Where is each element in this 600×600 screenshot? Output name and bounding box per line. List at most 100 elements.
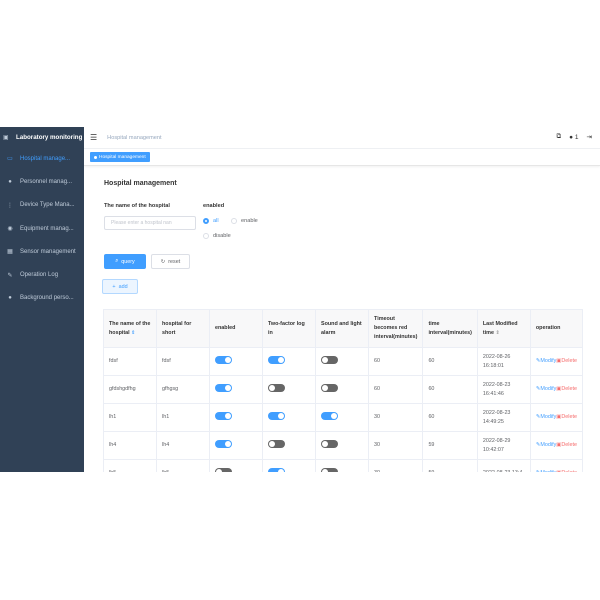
delete-label: Delete [561, 470, 577, 472]
modify-label: Modify [540, 470, 556, 472]
tag-dot-icon [94, 155, 97, 159]
cell-modified: 2022-08-29 10:42:07 [476, 431, 531, 460]
col-header-interval: time interval(minutes) [422, 309, 478, 348]
modify-button[interactable]: ✎Modify [536, 414, 556, 420]
twofactor-switch[interactable] [268, 467, 285, 472]
alarm-switch[interactable] [321, 355, 338, 364]
add-label: add [118, 283, 128, 290]
sidebar-item-4[interactable]: ▦ Sensor management [0, 240, 84, 263]
table-row: lh1 lh1 30 60 2022-08-23 14:49:25 ✎Modify▣Del… [103, 403, 583, 432]
twofactor-cell [262, 375, 316, 404]
delete-button[interactable]: ▣Delete [556, 358, 577, 364]
sidebar-title[interactable]: ▣ Laboratory monitoring [0, 127, 84, 147]
modify-button[interactable]: ✎Modify [536, 386, 556, 392]
cell-operation: ✎Modify▣Delete [529, 347, 583, 376]
radio-circle-icon [203, 218, 209, 224]
sidebar-item-3[interactable]: ◉ Equipment manag... [0, 217, 84, 240]
sort-icon[interactable]: ⇕ [131, 330, 135, 336]
cell-interval: 60 [422, 375, 478, 404]
sidebar-title-text: Laboratory monitoring [16, 133, 83, 141]
alarm-cell [315, 347, 369, 376]
cell-interval: 59 [422, 431, 478, 460]
modify-button[interactable]: ✎Modify [536, 358, 556, 364]
twofactor-switch[interactable] [268, 383, 285, 392]
cell-modified: 2022-08-26 16:18:01 [476, 347, 531, 376]
add-button[interactable]: + add [102, 279, 138, 294]
enabled-switch[interactable] [215, 383, 232, 392]
radio-disable[interactable]: disable [203, 233, 231, 239]
modify-button[interactable]: ✎Modify [536, 442, 556, 448]
user-count: 1 [574, 133, 579, 141]
delete-label: Delete [561, 442, 577, 448]
switch-knob [278, 356, 284, 363]
alarm-cell [315, 375, 369, 404]
logout-icon[interactable]: ⇥ [587, 133, 592, 141]
sidebar-item-label: Hospital manage... [20, 155, 71, 162]
page-title: Hospital management [104, 180, 177, 187]
cell-modified: 2022-08-23 14:49:25 [476, 403, 531, 432]
sidebar-item-label: Device Type Mana... [20, 202, 75, 209]
delete-button[interactable]: ▣Delete [556, 442, 577, 448]
app-window: ▣ Laboratory monitoring ▭ Hospital manage… [0, 127, 600, 472]
sort-icon[interactable]: ⇕ [495, 330, 499, 336]
sidebar-item-1[interactable]: ● Personnel manag... [0, 170, 84, 193]
radio-disable-label: disable [213, 233, 231, 239]
monitor-icon: ▭ [7, 156, 13, 163]
reset-label: reset [168, 258, 181, 265]
enabled-switch[interactable] [215, 355, 232, 364]
enabled-switch[interactable] [215, 467, 232, 472]
sidebar-item-label: Operation Log [20, 272, 59, 279]
sidebar-item-6[interactable]: ● Background perso... [0, 287, 84, 310]
reset-button[interactable]: ↻ reset [151, 254, 190, 269]
col-header-alarm: Sound and light alarm [315, 309, 369, 348]
tag-label: Hospital management [99, 154, 146, 160]
alarm-switch[interactable] [321, 383, 338, 392]
alarm-switch[interactable] [321, 439, 338, 448]
col-header-modified[interactable]: Last Modified time ⇕ [476, 309, 531, 348]
cell-name: fdsf [103, 347, 157, 376]
query-button[interactable]: ⌕ query [104, 254, 146, 269]
twofactor-cell [262, 431, 316, 460]
col-header-name[interactable]: The name of the hospital ⇕ [103, 309, 157, 348]
twofactor-switch[interactable] [268, 411, 285, 420]
radio-all[interactable]: all [203, 218, 219, 224]
enabled-label: enabled [203, 203, 225, 209]
switch-knob [278, 468, 284, 472]
alarm-switch[interactable] [321, 467, 338, 472]
switch-knob [278, 412, 284, 419]
hamburger-icon[interactable]: ☰ [90, 133, 97, 142]
table-row: gfdshgdfhg gfhgsg 60 60 2022-08-23 16:41:46 ✎… [103, 375, 583, 404]
twofactor-switch[interactable] [268, 439, 285, 448]
col-name-text: The name of the hospital [109, 320, 151, 336]
cell-timeout: 30 [367, 403, 424, 432]
breadcrumb[interactable]: Hospital management [107, 135, 161, 141]
delete-button[interactable]: ▣Delete [556, 414, 577, 420]
enabled-switch[interactable] [215, 439, 232, 448]
radio-enable-label: enable [241, 218, 258, 224]
sidebar-item-2[interactable]: ⋮ Device Type Mana... [0, 194, 84, 217]
radio-enable[interactable]: enable [231, 218, 258, 224]
twofactor-cell [262, 459, 316, 472]
delete-button[interactable]: ▣Delete [556, 470, 577, 472]
hospital-name-input[interactable]: Please enter a hospital nan [104, 216, 196, 230]
alarm-switch[interactable] [321, 411, 338, 420]
cell-name: lh5 [103, 459, 157, 472]
user-menu[interactable]: ● 1 [569, 134, 578, 141]
cell-interval: 59 [422, 459, 478, 472]
modify-button[interactable]: ✎Modify [536, 470, 556, 472]
query-label: query [121, 258, 135, 265]
sidebar-item-0[interactable]: ▭ Hospital manage... [0, 147, 84, 170]
switch-knob [216, 468, 222, 472]
delete-button[interactable]: ▣Delete [556, 386, 577, 392]
language-icon[interactable]: ⧉ [557, 133, 562, 141]
sidebar-item-label: Sensor management [20, 248, 76, 255]
cell-name: gfdshgdfhg [103, 375, 157, 404]
modify-label: Modify [540, 358, 557, 364]
twofactor-switch[interactable] [268, 355, 285, 364]
switch-knob [322, 440, 328, 447]
sidebar-item-5[interactable]: ✎ Operation Log [0, 263, 84, 286]
enabled-switch[interactable] [215, 411, 232, 420]
tag-hospital-management[interactable]: Hospital management [90, 152, 150, 162]
enabled-cell [209, 459, 263, 472]
enabled-cell [209, 403, 263, 432]
